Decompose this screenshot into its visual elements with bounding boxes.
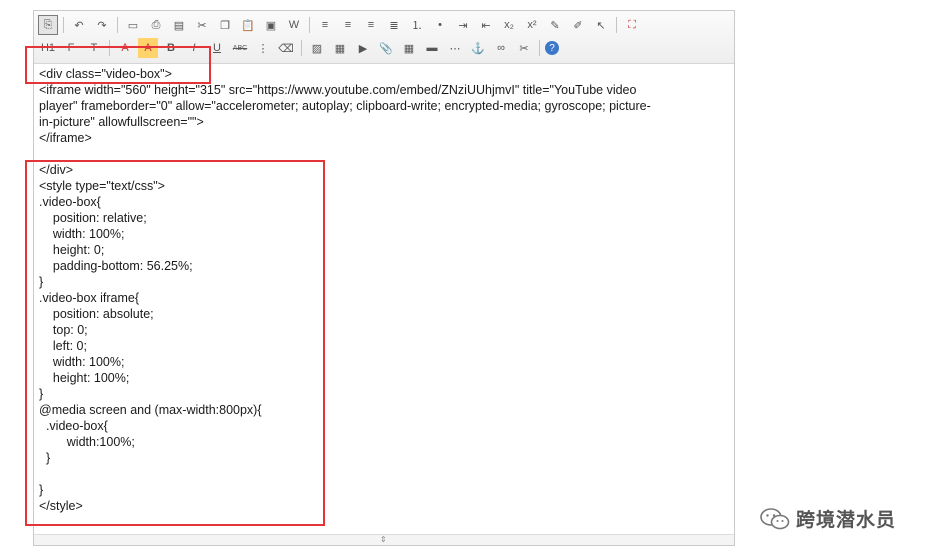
editor-toolbar: ⎘ ↶ ↷ ▭ ⎙ ▤ ✂ ❐ 📋 ▣ W ≡ ≡ ≡ ≣ ⒈ • ⇥ ⇤ x₂ x² ✎ ✐ ↖ ⛶ H1 F T A A B I U ABC… — [34, 11, 734, 64]
resize-grip-icon[interactable]: ⇕ — [380, 536, 387, 544]
toolbar-separator — [301, 40, 302, 56]
italic-icon[interactable]: I — [184, 38, 204, 58]
code-line: </iframe> — [39, 131, 92, 145]
code-line: in-picture" allowfullscreen=""> — [39, 115, 204, 129]
ordered-list-icon[interactable]: ⒈ — [407, 15, 427, 35]
toolbar-separator — [539, 40, 540, 56]
source-toggle-icon[interactable]: ⎘ — [38, 15, 58, 35]
superscript-icon[interactable]: x² — [522, 15, 542, 35]
line-height-icon[interactable]: ⋮ — [253, 38, 273, 58]
toolbar-separator — [109, 40, 110, 56]
toolbar-row-2: H1 F T A A B I U ABC ⋮ ⌫ ▨ ▦ ▶ 📎 ▦ ▬ ⋯ ⚓ ∞ ✂? — [38, 37, 562, 59]
code-icon[interactable]: ▤ — [169, 15, 189, 35]
wechat-watermark: 跨境潜水员 — [760, 505, 896, 532]
table-icon[interactable]: ▦ — [399, 38, 419, 58]
code-line: .video-box{ — [39, 419, 108, 433]
code-line: .video-box{ — [39, 195, 101, 209]
rich-text-editor: ⎘ ↶ ↷ ▭ ⎙ ▤ ✂ ❐ 📋 ▣ W ≡ ≡ ≡ ≣ ⒈ • ⇥ ⇤ x₂ x² ✎ ✐ ↖ ⛶ H1 F T A A B I U ABC… — [33, 10, 735, 546]
copy-icon[interactable]: ❐ — [215, 15, 235, 35]
format-painter-icon[interactable]: ✐ — [568, 15, 588, 35]
code-line: <style type="text/css"> — [39, 179, 165, 193]
align-left-icon[interactable]: ≡ — [315, 15, 335, 35]
page-break-icon[interactable]: ⋯ — [445, 38, 465, 58]
code-line: padding-bottom: 56.25%; — [39, 259, 193, 273]
hr-icon[interactable]: ▬ — [422, 38, 442, 58]
watermark-text: 跨境潜水员 — [796, 509, 897, 531]
strikethrough-icon[interactable]: ABC — [230, 38, 250, 58]
screenshot-page: ⎘ ↶ ↷ ▭ ⎙ ▤ ✂ ❐ 📋 ▣ W ≡ ≡ ≡ ≣ ⒈ • ⇥ ⇤ x₂ x² ✎ ✐ ↖ ⛶ H1 F T A A B I U ABC… — [0, 0, 946, 560]
code-line: width:100%; — [39, 435, 135, 449]
source-code-textarea[interactable]: <div class="video-box"> <iframe width="56… — [39, 66, 731, 536]
heading-icon[interactable]: H1 — [38, 38, 58, 58]
unordered-list-icon[interactable]: • — [430, 15, 450, 35]
code-line: position: absolute; — [39, 307, 154, 321]
undo-icon[interactable]: ↶ — [69, 15, 89, 35]
image-icon[interactable]: ▨ — [307, 38, 327, 58]
toolbar-separator — [63, 17, 64, 33]
code-line: <div class="video-box"> — [39, 67, 172, 81]
code-line: width: 100%; — [39, 227, 125, 241]
paste-icon[interactable]: 📋 — [238, 15, 258, 35]
fullscreen-icon[interactable]: ⛶ — [622, 15, 642, 35]
paste-word-icon[interactable]: W — [284, 15, 304, 35]
toolbar-row-1: ⎘ ↶ ↷ ▭ ⎙ ▤ ✂ ❐ 📋 ▣ W ≡ ≡ ≡ ≣ ⒈ • ⇥ ⇤ x₂ x² ✎ ✐ ↖ ⛶ — [38, 14, 645, 36]
editor-resize-bar[interactable]: ⇕ — [34, 534, 734, 545]
code-line: } — [39, 275, 44, 289]
code-line: left: 0; — [39, 339, 87, 353]
clear-format-brush-icon[interactable]: ✎ — [545, 15, 565, 35]
align-center-icon[interactable]: ≡ — [338, 15, 358, 35]
code-line: player" frameborder="0" allow="accelerom… — [39, 99, 651, 113]
code-line: height: 100%; — [39, 371, 130, 385]
redo-icon[interactable]: ↷ — [92, 15, 112, 35]
subscript-icon[interactable]: x₂ — [499, 15, 519, 35]
font-family-icon[interactable]: F — [61, 38, 81, 58]
anchor-icon[interactable]: ⚓ — [468, 38, 488, 58]
toolbar-separator — [309, 17, 310, 33]
code-line: position: relative; — [39, 211, 147, 225]
eraser-icon[interactable]: ⌫ — [276, 38, 296, 58]
justify-icon[interactable]: ≣ — [384, 15, 404, 35]
cut-icon[interactable]: ✂ — [192, 15, 212, 35]
bold-icon[interactable]: B — [161, 38, 181, 58]
preview-icon[interactable]: ▭ — [123, 15, 143, 35]
wechat-icon — [760, 507, 790, 529]
code-line: } — [39, 451, 51, 465]
code-line: top: 0; — [39, 323, 88, 337]
code-line: .video-box iframe{ — [39, 291, 140, 305]
font-size-icon[interactable]: T — [84, 38, 104, 58]
toolbar-separator — [117, 17, 118, 33]
select-all-icon[interactable]: ↖ — [591, 15, 611, 35]
paste-text-icon[interactable]: ▣ — [261, 15, 281, 35]
print-icon[interactable]: ⎙ — [146, 15, 166, 35]
code-line: <iframe width="560" height="315" src="ht… — [39, 83, 637, 97]
highlight-color-icon[interactable]: A — [138, 38, 158, 58]
help-icon[interactable]: ? — [545, 41, 559, 55]
link-icon[interactable]: ∞ — [491, 38, 511, 58]
toolbar-separator — [616, 17, 617, 33]
video-icon[interactable]: ▶ — [353, 38, 373, 58]
code-line: } — [39, 387, 44, 401]
multi-image-icon[interactable]: ▦ — [330, 38, 350, 58]
code-line: height: 0; — [39, 243, 105, 257]
code-line: @media screen and (max-width:800px){ — [39, 403, 262, 417]
text-color-icon[interactable]: A — [115, 38, 135, 58]
unlink-icon[interactable]: ✂ — [514, 38, 534, 58]
code-line: </div> — [39, 163, 74, 177]
attachment-icon[interactable]: 📎 — [376, 38, 396, 58]
outdent-icon[interactable]: ⇤ — [476, 15, 496, 35]
underline-icon[interactable]: U — [207, 38, 227, 58]
code-line: width: 100%; — [39, 355, 125, 369]
align-right-icon[interactable]: ≡ — [361, 15, 381, 35]
indent-icon[interactable]: ⇥ — [453, 15, 473, 35]
code-line: </style> — [39, 499, 83, 513]
code-line: } — [39, 483, 44, 497]
